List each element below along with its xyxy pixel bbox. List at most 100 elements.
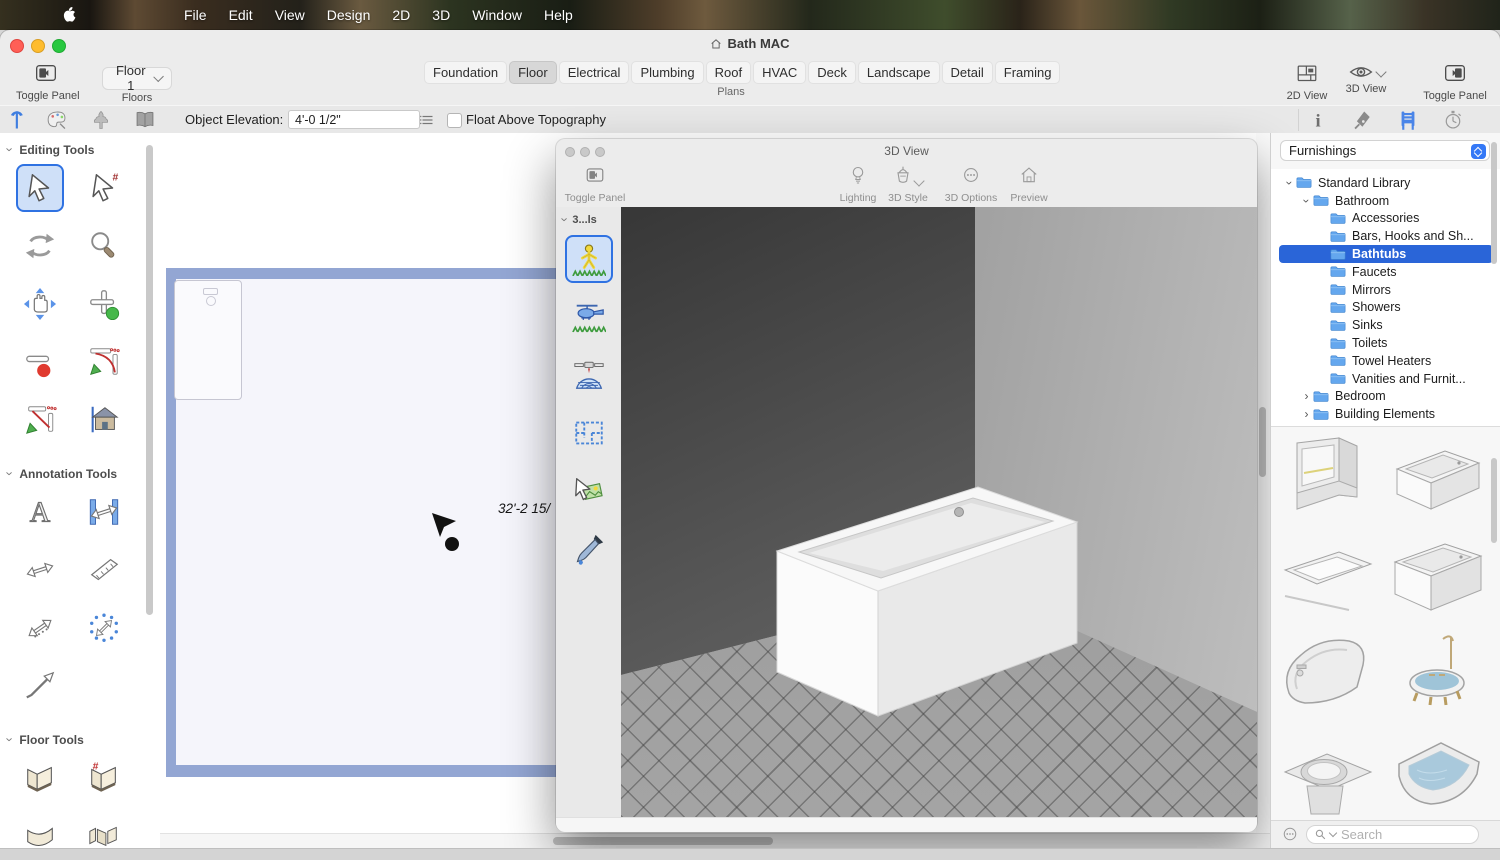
search-field[interactable] <box>1306 825 1479 844</box>
tab-framing[interactable]: Framing <box>995 61 1061 84</box>
preview-button[interactable]: Preview <box>1004 165 1054 204</box>
library-tree-item-vanities-and-furnit[interactable]: › Vanities and Furnit... <box>1279 370 1493 388</box>
menu-item-2d[interactable]: 2D <box>381 7 421 23</box>
thumbnail-clawfoot-shower-tub[interactable] <box>1383 627 1491 724</box>
tool-text[interactable] <box>16 488 64 536</box>
library-tree-item-faucets[interactable]: › Faucets <box>1279 263 1493 281</box>
tool-color-eyedropper[interactable] <box>565 525 613 573</box>
annotation-tools-header[interactable]: › Annotation Tools <box>0 457 160 486</box>
tool-zoom[interactable] <box>80 222 128 270</box>
object-info-icon[interactable] <box>1307 109 1329 131</box>
tool-wall-number[interactable] <box>80 754 128 802</box>
disclosure-chevron[interactable]: › <box>1300 389 1313 403</box>
lighting-button[interactable]: Lighting <box>832 165 884 204</box>
tool-rotate[interactable] <box>16 222 64 270</box>
tool-dimension-wall[interactable] <box>80 488 128 536</box>
tool-dimension-point[interactable] <box>16 604 64 652</box>
horizontal-scroll-thumb[interactable] <box>553 837 773 845</box>
tool-orbit-satellite[interactable] <box>565 351 613 399</box>
bathtub-plan-symbol[interactable] <box>174 280 242 400</box>
library-tree-item-showers[interactable]: › Showers <box>1279 299 1493 317</box>
tool-chamfer-corner[interactable] <box>16 396 64 444</box>
tool-select-render[interactable] <box>565 467 613 515</box>
more-options-button[interactable] <box>1281 825 1299 843</box>
tool-plan-view[interactable] <box>565 409 613 457</box>
floor-selector[interactable]: Floor 1 Floors <box>102 62 172 104</box>
menu-item-help[interactable]: Help <box>533 7 584 23</box>
library-tree-item-standard-library[interactable]: › Standard Library <box>1279 174 1493 192</box>
materials-book-icon[interactable] <box>134 109 156 131</box>
3d-style-button[interactable]: 3D Style <box>883 165 933 204</box>
library-tree-item-bedroom[interactable]: › Bedroom <box>1279 388 1493 406</box>
tab-electrical[interactable]: Electrical <box>559 61 630 84</box>
tool-select-arrow[interactable] <box>16 164 64 212</box>
float-above-topography-checkbox[interactable] <box>447 113 462 128</box>
library-tree-item-mirrors[interactable]: › Mirrors <box>1279 281 1493 299</box>
library-tree-item-towel-heaters[interactable]: › Towel Heaters <box>1279 352 1493 370</box>
tool-dimension-line[interactable] <box>16 546 64 594</box>
3d-view-window[interactable]: 3D View Toggle Panel Lighting 3D Style 3… <box>556 139 1257 831</box>
floor-tools-header[interactable]: › Floor Tools <box>0 723 160 752</box>
tool-dimension-angle[interactable] <box>80 546 128 594</box>
disclosure-chevron[interactable]: › <box>1300 407 1313 421</box>
3d-render-viewport[interactable] <box>621 207 1257 817</box>
list-menu-icon[interactable] <box>418 111 436 129</box>
menu-item-edit[interactable]: Edit <box>218 7 264 23</box>
tool-curved-wall[interactable] <box>16 812 64 848</box>
time-clock-icon[interactable] <box>1442 109 1464 131</box>
tab-detail[interactable]: Detail <box>942 61 993 84</box>
plant-tree-icon[interactable] <box>90 109 112 131</box>
3d-toggle-panel-button[interactable]: Toggle Panel <box>562 165 628 204</box>
thumbnail-corner-tub[interactable] <box>1383 726 1491 823</box>
tab-hvac[interactable]: HVAC <box>753 61 806 84</box>
tool-remove-segment[interactable] <box>16 338 64 386</box>
library-tree-item-bars-hooks-and-sh[interactable]: › Bars, Hooks and Sh... <box>1279 227 1493 245</box>
tab-foundation[interactable]: Foundation <box>424 61 507 84</box>
library-tree-item-building-elements[interactable]: › Building Elements <box>1279 405 1493 423</box>
disclosure-chevron[interactable]: › <box>1300 194 1314 207</box>
toggle-panel-right-button[interactable]: Toggle Panel <box>1420 63 1490 102</box>
thumbnail-skirted-tub[interactable] <box>1383 528 1491 625</box>
tool-select-similar[interactable] <box>80 164 128 212</box>
3d-tools-section-header[interactable]: › 3...ls <box>556 207 621 235</box>
paint-palette-icon[interactable] <box>46 109 68 131</box>
tool-wall[interactable] <box>16 754 64 802</box>
toggle-panel-left-button[interactable]: Toggle Panel <box>16 63 76 102</box>
apple-menu-icon[interactable] <box>62 6 77 24</box>
tab-floor[interactable]: Floor <box>509 61 557 84</box>
tool-pan-hand[interactable] <box>16 280 64 328</box>
menu-item-file[interactable]: File <box>173 7 218 23</box>
tool-leader-arrow[interactable] <box>16 662 64 710</box>
tab-deck[interactable]: Deck <box>808 61 856 84</box>
library-tree-item-bathroom[interactable]: › Bathroom <box>1279 192 1493 210</box>
menu-item-view[interactable]: View <box>264 7 316 23</box>
build-hammer-icon[interactable] <box>6 109 28 131</box>
menu-item-design[interactable]: Design <box>316 7 382 23</box>
spray-pen-icon[interactable] <box>1352 109 1374 131</box>
search-input[interactable] <box>1339 826 1463 843</box>
library-tree-item-bathtubs[interactable]: › Bathtubs <box>1279 245 1493 263</box>
3d-options-button[interactable]: 3D Options <box>940 165 1002 204</box>
tool-dimension-center[interactable] <box>80 604 128 652</box>
tree-scrollbar[interactable] <box>1491 142 1497 264</box>
2d-view-button[interactable]: 2D View <box>1278 63 1336 102</box>
canvas-vertical-scrollbar[interactable] <box>1256 133 1270 833</box>
thumbnail-slipper-tub[interactable] <box>1273 627 1381 724</box>
library-category-select[interactable]: Furnishings <box>1280 140 1490 161</box>
tab-landscape[interactable]: Landscape <box>858 61 940 84</box>
library-tree-item-toilets[interactable]: › Toilets <box>1279 334 1493 352</box>
tool-add-object[interactable] <box>80 280 128 328</box>
thumbnail-drop-in-tub[interactable] <box>1273 528 1381 625</box>
vertical-scroll-thumb[interactable] <box>1259 407 1266 477</box>
editing-tools-header[interactable]: › Editing Tools <box>0 133 160 162</box>
canvas-horizontal-scrollbar[interactable] <box>160 833 1270 848</box>
tab-plumbing[interactable]: Plumbing <box>631 61 703 84</box>
tool-flyover-helicopter[interactable] <box>565 293 613 341</box>
thumbnail-round-drop-in-tub[interactable] <box>1273 726 1381 823</box>
tool-walkthrough[interactable] <box>565 235 613 283</box>
3d-view-button[interactable]: 3D View <box>1337 63 1395 95</box>
thumbnail-alcove-tub[interactable] <box>1383 429 1491 526</box>
menu-item-window[interactable]: Window <box>461 7 533 23</box>
sidebar-scrollbar[interactable] <box>146 145 153 615</box>
library-tree-item-sinks[interactable]: › Sinks <box>1279 316 1493 334</box>
